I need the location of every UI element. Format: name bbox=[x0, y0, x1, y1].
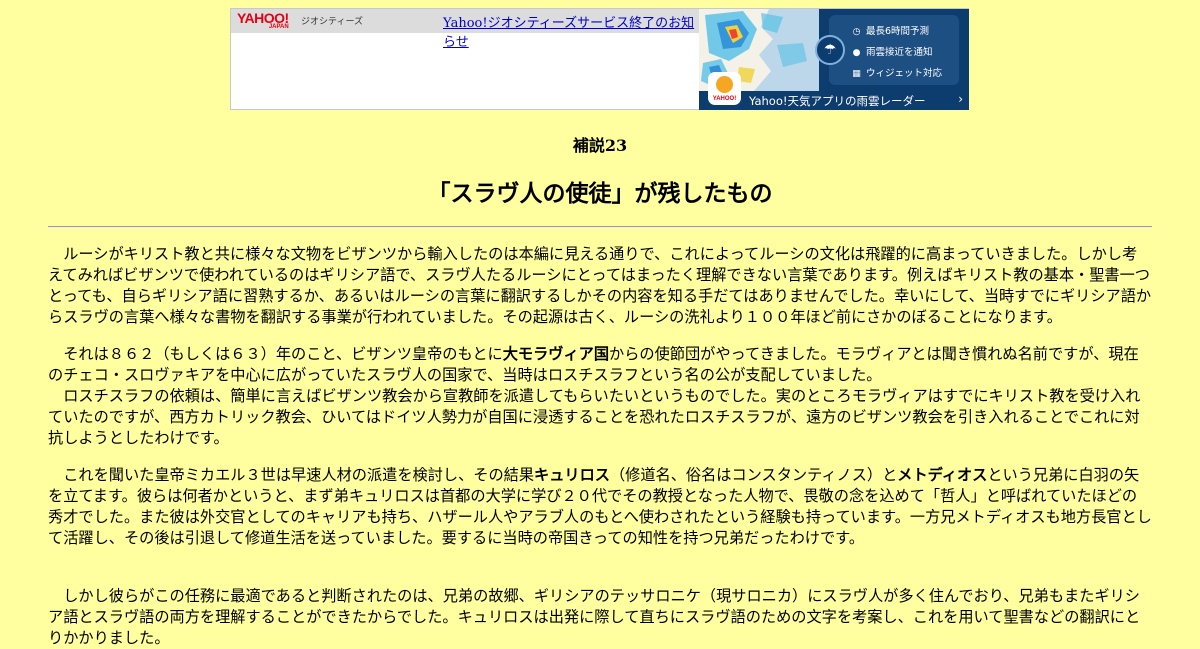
article-paragraph: それは８６２（もしくは６３）年のこと、ビザンツ皇帝のもとに大モラヴィア国からの使… bbox=[48, 344, 1152, 386]
title-divider bbox=[48, 226, 1152, 228]
ad-feature-panel: ◷ 最長6時間予測 ● 雨雲接近を通知 ▦ ウィジェット対応 bbox=[829, 15, 959, 85]
ad-feature-forecast: ◷ 最長6時間予測 bbox=[851, 23, 929, 37]
article-body: ルーシがキリスト教と共に様々な文物をビザンツから輸入したのは本編に見える通りで、… bbox=[48, 244, 1152, 649]
ad-caption: Yahoo!天気アプリの雨雲レーダー bbox=[749, 94, 926, 108]
paragraph-text: （修道名、俗名はコンスタンティノス）と bbox=[609, 466, 898, 484]
term-great-moravia: 大モラヴィア国 bbox=[502, 345, 610, 363]
term-cyril: キュリロス bbox=[534, 466, 610, 484]
weather-app-ad[interactable]: ◷ 最長6時間予測 ● 雨雲接近を通知 ▦ ウィジェット対応 ☂ Yahoo!天気アプ… bbox=[699, 9, 969, 110]
service-end-notice-link[interactable]: Yahoo!ジオシティーズサービス終了のお知らせ bbox=[443, 12, 699, 50]
ad-feature-notify: ● 雨雲接近を通知 bbox=[851, 44, 933, 58]
umbrella-icon: ☂ bbox=[815, 35, 845, 65]
article-paragraph: ロスチスラフの依頼は、簡単に言えばビザンツ教会から宣教師を派遣してもらいたいとい… bbox=[48, 387, 1141, 447]
article-paragraph: これを聞いた皇帝ミカエル３世は早速人材の派遣を検討し、その結果キュリロス（修道名… bbox=[48, 465, 1152, 549]
page-title: 「スラヴ人の使徒」が残したもの bbox=[427, 181, 773, 207]
geocities-banner: YAHOO! JAPAN ジオシティーズ Yahoo!ジオシティーズサービス終了… bbox=[230, 8, 969, 110]
ad-feature-label: ウィジェット対応 bbox=[866, 68, 943, 79]
ad-feature-label: 雨雲接近を通知 bbox=[866, 47, 933, 58]
widget-icon: ▦ bbox=[852, 69, 861, 79]
geocities-header-bar: YAHOO! JAPAN ジオシティーズ Yahoo!ジオシティーズサービス終了… bbox=[231, 9, 699, 50]
ad-feature-label: 最長6時間予測 bbox=[866, 26, 930, 37]
weather-app-brand: YAHOO! bbox=[712, 96, 737, 102]
paragraph-text: これを聞いた皇帝ミカエル３世は早速人材の派遣を検討し、その結果 bbox=[63, 466, 534, 484]
section-kicker: 補説23 bbox=[572, 136, 628, 155]
clock-icon: ◷ bbox=[852, 27, 861, 37]
article-paragraph: しかし彼らがこの任務に最適であると判断されたのは、兄弟の故郷、ギリシアのテッサロ… bbox=[48, 587, 1141, 647]
yahoo-japan-logo[interactable]: YAHOO! JAPAN bbox=[237, 11, 289, 30]
paragraph-text: それは８６２（もしくは６３）年のこと、ビザンツ皇帝のもとに bbox=[63, 345, 503, 363]
term-methodius: メトディオス bbox=[897, 466, 988, 484]
chevron-right-icon: › bbox=[958, 92, 963, 106]
ad-feature-widget: ▦ ウィジェット対応 bbox=[851, 65, 942, 79]
article-paragraph: ルーシがキリスト教と共に様々な文物をビザンツから輸入したのは本編に見える通りで、… bbox=[48, 245, 1152, 326]
weather-app-icon: YAHOO! bbox=[708, 72, 741, 105]
geocities-brand: ジオシティーズ bbox=[301, 17, 364, 27]
pin-icon: ● bbox=[852, 48, 861, 58]
sun-icon bbox=[716, 76, 733, 93]
